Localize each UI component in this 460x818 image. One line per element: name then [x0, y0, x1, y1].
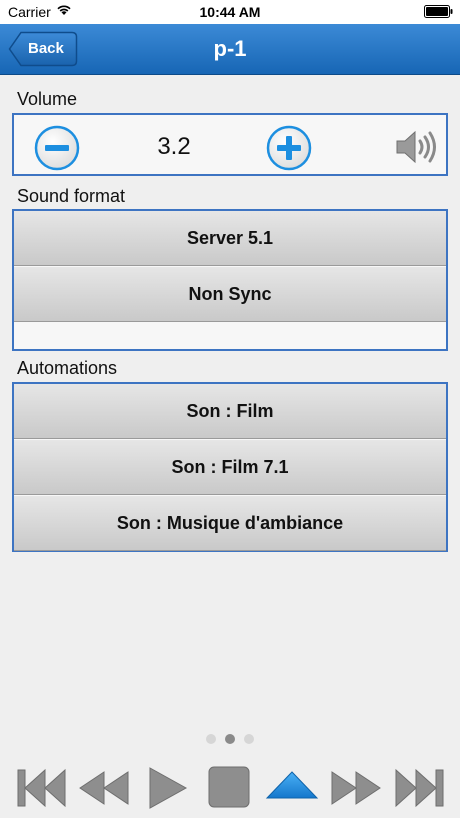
status-time: 10:44 AM: [199, 4, 261, 20]
automation-son-musique-ambiance[interactable]: Son : Musique d'ambiance: [14, 496, 446, 551]
eject-button[interactable]: [262, 760, 322, 816]
volume-increase-button[interactable]: [266, 125, 312, 171]
fast-forward-button[interactable]: [326, 760, 386, 816]
page-dot: [244, 734, 254, 744]
automations-section-label: Automations: [17, 358, 118, 378]
volume-decrease-button[interactable]: [34, 125, 80, 171]
eject-icon: [265, 771, 319, 799]
sound-format-option-server-5-1[interactable]: Server 5.1: [14, 211, 446, 266]
page-dot-current: [225, 734, 235, 744]
rewind-button[interactable]: [74, 760, 134, 816]
fast-forward-icon: [331, 771, 381, 805]
stop-icon: [208, 766, 250, 808]
sound-format-section-label: Sound format: [17, 186, 126, 206]
skip-to-end-button[interactable]: [389, 760, 449, 816]
volume-value: 3.2: [157, 133, 191, 160]
speaker-icon[interactable]: [395, 128, 439, 171]
transport-controls: [0, 760, 460, 818]
sound-format-option-non-sync[interactable]: Non Sync: [14, 267, 446, 322]
skip-to-start-button[interactable]: [12, 760, 72, 816]
skip-to-start-icon: [17, 768, 66, 808]
status-bar: Carrier 10:44 AM: [0, 0, 460, 24]
speaker-shape: [396, 130, 436, 164]
plus-circle-icon: [266, 125, 312, 171]
play-button[interactable]: [138, 760, 198, 816]
page-indicator[interactable]: [206, 734, 256, 746]
automations-panel: Son : Film Son : Film 7.1 Son : Musique …: [12, 382, 448, 552]
sound-format-panel: Server 5.1 Non Sync: [12, 209, 448, 351]
volume-panel: 3.2: [12, 113, 448, 176]
page-dot: [206, 734, 216, 744]
rewind-icon: [79, 771, 129, 805]
automation-son-film[interactable]: Son : Film: [14, 384, 446, 439]
navigation-bar: Back p-1: [0, 24, 460, 75]
play-icon: [149, 767, 188, 809]
stop-button[interactable]: [199, 760, 259, 816]
automation-son-film-7-1[interactable]: Son : Film 7.1: [14, 440, 446, 495]
battery-icon: [424, 5, 454, 18]
volume-section-label: Volume: [17, 89, 78, 109]
page-title: p-1: [213, 36, 247, 61]
skip-to-end-icon: [395, 768, 444, 808]
minus-circle-icon: [34, 125, 80, 171]
